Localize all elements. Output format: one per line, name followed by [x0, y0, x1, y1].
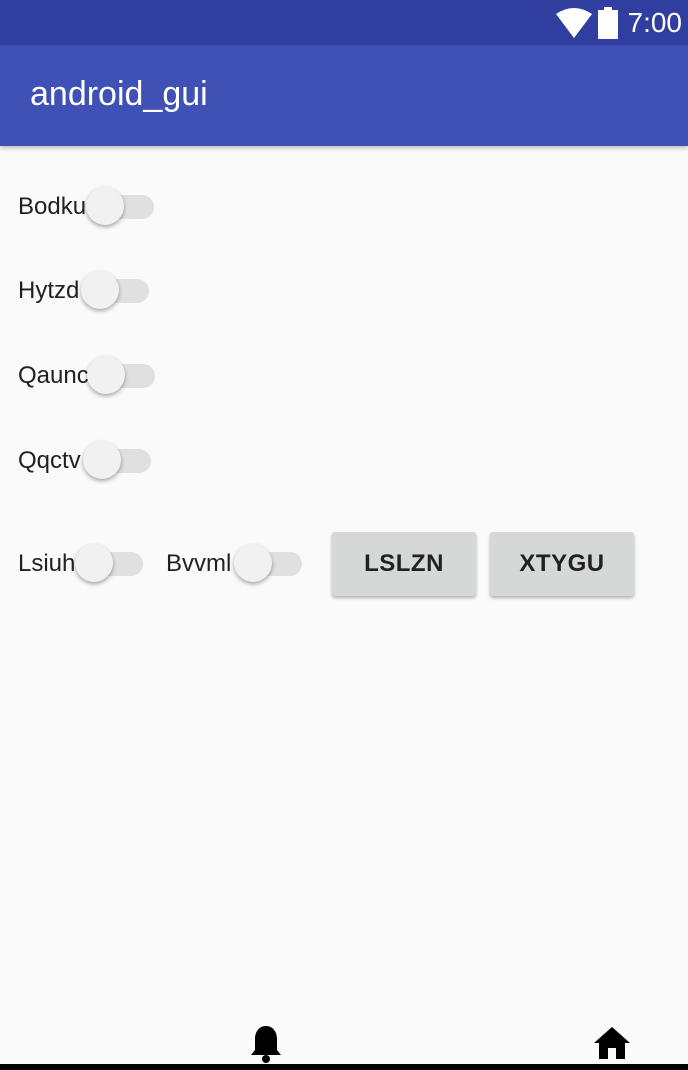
status-bar: 7:00	[0, 0, 688, 45]
switch-label-bodku: Bodku	[18, 193, 87, 220]
status-icons: 7:00	[555, 0, 683, 45]
switch-qqctv[interactable]	[83, 439, 153, 483]
app-bar: android_gui	[0, 45, 688, 146]
switch-label-lsiuh: Lsiuh	[18, 550, 76, 577]
xtygu-button[interactable]: XTYGU	[490, 532, 634, 596]
battery-icon	[597, 6, 618, 39]
lslzn-button[interactable]: LSLZN	[332, 532, 476, 596]
status-clock: 7:00	[627, 6, 683, 38]
switch-thumb	[83, 441, 121, 479]
switch-label-hytzd: Hytzd	[18, 277, 80, 304]
switch-label-bvvml: Bvvml	[166, 550, 232, 577]
switch-thumb	[86, 187, 124, 225]
switch-bodku[interactable]	[86, 185, 156, 229]
switch-lsiuh[interactable]	[75, 542, 145, 586]
bell-icon[interactable]	[250, 1024, 282, 1069]
app-title: android_gui	[30, 75, 208, 113]
wifi-icon	[555, 7, 592, 38]
switch-thumb	[81, 271, 119, 309]
switch-label-qqctv: Qqctv	[18, 447, 81, 474]
switch-thumb	[75, 544, 113, 582]
switch-hytzd[interactable]	[81, 269, 151, 313]
home-icon[interactable]	[593, 1026, 631, 1065]
switch-label-qaunc: Qaunc	[18, 362, 89, 389]
switch-thumb	[234, 544, 272, 582]
switch-thumb	[87, 356, 125, 394]
switch-qaunc[interactable]	[87, 354, 157, 398]
switch-bvvml[interactable]	[234, 542, 304, 586]
navigation-bar-edge	[0, 1064, 688, 1070]
